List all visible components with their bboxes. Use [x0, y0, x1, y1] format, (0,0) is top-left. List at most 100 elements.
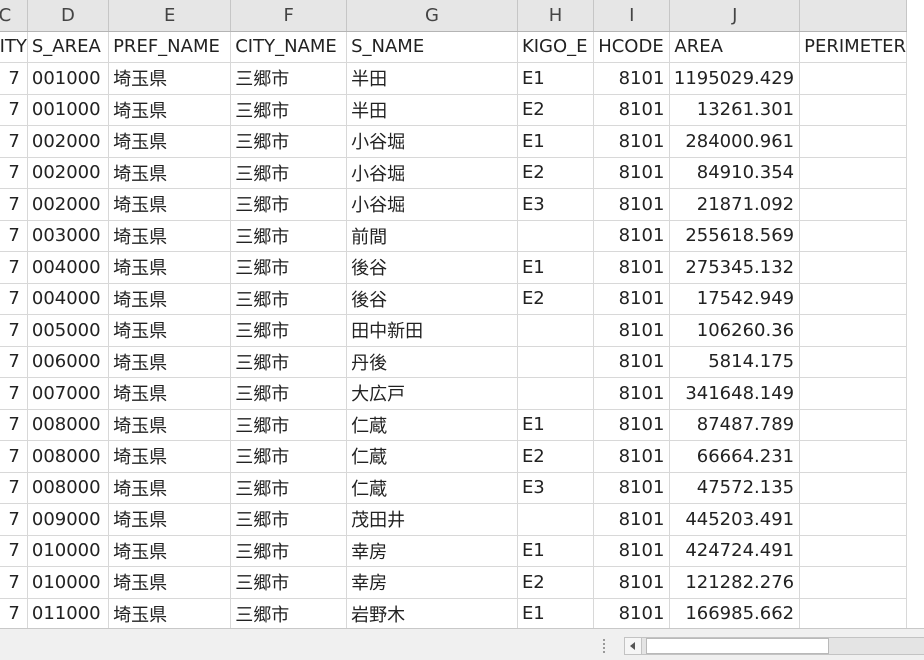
table-cell[interactable]: 7 — [0, 283, 28, 315]
table-cell[interactable]: 7 — [0, 598, 28, 628]
table-cell[interactable]: 埼玉県 — [108, 440, 232, 473]
table-cell[interactable] — [799, 472, 907, 504]
table-cell[interactable]: 三郷市 — [230, 472, 348, 504]
sheet-split-grip-icon[interactable] — [603, 639, 607, 653]
field-name-cell[interactable]: HCODE — [593, 31, 671, 63]
table-cell[interactable]: 三郷市 — [230, 409, 348, 441]
table-cell[interactable] — [799, 157, 907, 189]
field-name-cell[interactable]: CITY — [0, 31, 28, 63]
table-cell[interactable]: 121282.276 — [669, 566, 801, 599]
table-cell[interactable] — [799, 251, 907, 284]
table-cell[interactable]: 7 — [0, 251, 28, 284]
table-cell[interactable]: 7 — [0, 503, 28, 536]
table-cell[interactable]: 005000 — [27, 314, 110, 347]
column-letter-header[interactable]: H — [517, 0, 595, 32]
table-cell[interactable]: 三郷市 — [230, 157, 348, 189]
table-cell[interactable]: 三郷市 — [230, 566, 348, 599]
table-cell[interactable]: 埼玉県 — [108, 188, 232, 221]
column-letter-header[interactable]: D — [27, 0, 110, 32]
table-cell[interactable]: 小谷堀 — [346, 157, 518, 189]
table-cell[interactable]: 008000 — [27, 472, 110, 504]
table-cell[interactable]: 7 — [0, 157, 28, 189]
table-cell[interactable]: 仁蔵 — [346, 409, 518, 441]
field-name-cell[interactable]: S_NAME — [346, 31, 518, 63]
table-cell[interactable]: 004000 — [27, 251, 110, 284]
table-cell[interactable]: 埼玉県 — [108, 62, 232, 95]
table-cell[interactable]: 幸房 — [346, 566, 518, 599]
table-cell[interactable]: 010000 — [27, 535, 110, 567]
field-name-cell[interactable]: CITY_NAME — [230, 31, 348, 63]
table-cell[interactable] — [799, 598, 907, 628]
table-cell[interactable]: 丹後 — [346, 346, 518, 378]
table-cell[interactable]: 7 — [0, 346, 28, 378]
table-cell[interactable] — [799, 188, 907, 221]
table-cell[interactable]: 8101 — [593, 283, 671, 315]
table-cell[interactable]: 小谷堀 — [346, 188, 518, 221]
table-cell[interactable]: 三郷市 — [230, 314, 348, 347]
table-cell[interactable]: 8101 — [593, 503, 671, 536]
table-cell[interactable]: 三郷市 — [230, 503, 348, 536]
table-cell[interactable]: 茂田井 — [346, 503, 518, 536]
table-cell[interactable] — [799, 503, 907, 536]
table-cell[interactable]: 半田 — [346, 94, 518, 126]
table-cell[interactable]: 010000 — [27, 566, 110, 599]
table-cell[interactable]: 埼玉県 — [108, 157, 232, 189]
table-cell[interactable]: 前間 — [346, 220, 518, 252]
table-cell[interactable]: E2 — [517, 566, 595, 599]
table-cell[interactable]: 007000 — [27, 377, 110, 410]
table-cell[interactable]: 8101 — [593, 440, 671, 473]
table-cell[interactable]: 埼玉県 — [108, 535, 232, 567]
table-cell[interactable]: E1 — [517, 251, 595, 284]
table-cell[interactable] — [799, 566, 907, 599]
table-cell[interactable]: 埼玉県 — [108, 251, 232, 284]
table-cell[interactable]: 埼玉県 — [108, 220, 232, 252]
table-cell[interactable]: 半田 — [346, 62, 518, 95]
table-cell[interactable]: E2 — [517, 440, 595, 473]
table-cell[interactable]: 埼玉県 — [108, 503, 232, 536]
table-cell[interactable]: 8101 — [593, 188, 671, 221]
table-cell[interactable] — [799, 440, 907, 473]
table-cell[interactable]: 17542.949 — [669, 283, 801, 315]
field-name-cell[interactable]: S_AREA — [27, 31, 110, 63]
table-cell[interactable] — [799, 409, 907, 441]
table-cell[interactable]: E1 — [517, 62, 595, 95]
table-cell[interactable]: 7 — [0, 409, 28, 441]
table-cell[interactable]: 埼玉県 — [108, 125, 232, 158]
column-letter-header[interactable]: F — [230, 0, 348, 32]
table-cell[interactable]: 284000.961 — [669, 125, 801, 158]
table-cell[interactable]: 008000 — [27, 440, 110, 473]
column-letter-header[interactable]: I — [593, 0, 671, 32]
table-cell[interactable]: 7 — [0, 377, 28, 410]
table-cell[interactable]: 7 — [0, 535, 28, 567]
table-cell[interactable]: 大広戸 — [346, 377, 518, 410]
field-name-cell[interactable]: PREF_NAME — [108, 31, 232, 63]
table-cell[interactable]: 埼玉県 — [108, 94, 232, 126]
table-cell[interactable]: 008000 — [27, 409, 110, 441]
table-cell[interactable]: 002000 — [27, 125, 110, 158]
table-cell[interactable]: 255618.569 — [669, 220, 801, 252]
table-cell[interactable]: 8101 — [593, 377, 671, 410]
table-cell[interactable]: 21871.092 — [669, 188, 801, 221]
table-cell[interactable]: 8101 — [593, 535, 671, 567]
table-cell[interactable]: E3 — [517, 472, 595, 504]
table-cell[interactable]: 7 — [0, 94, 28, 126]
table-cell[interactable]: 006000 — [27, 346, 110, 378]
table-cell[interactable]: 009000 — [27, 503, 110, 536]
field-name-cell[interactable]: KIGO_E — [517, 31, 595, 63]
table-cell[interactable]: 8101 — [593, 409, 671, 441]
table-cell[interactable]: 003000 — [27, 220, 110, 252]
table-cell[interactable] — [799, 346, 907, 378]
table-cell[interactable] — [517, 377, 595, 410]
scroll-left-arrow-icon[interactable] — [624, 637, 642, 655]
table-cell[interactable] — [799, 220, 907, 252]
table-cell[interactable]: 8101 — [593, 346, 671, 378]
table-cell[interactable] — [799, 62, 907, 95]
table-cell[interactable]: 106260.36 — [669, 314, 801, 347]
table-cell[interactable]: 岩野木 — [346, 598, 518, 628]
table-cell[interactable]: 幸房 — [346, 535, 518, 567]
table-cell[interactable]: 7 — [0, 220, 28, 252]
table-cell[interactable]: 002000 — [27, 157, 110, 189]
table-cell[interactable]: E1 — [517, 598, 595, 628]
table-cell[interactable]: 埼玉県 — [108, 598, 232, 628]
field-name-cell[interactable]: PERIMETER — [799, 31, 907, 63]
